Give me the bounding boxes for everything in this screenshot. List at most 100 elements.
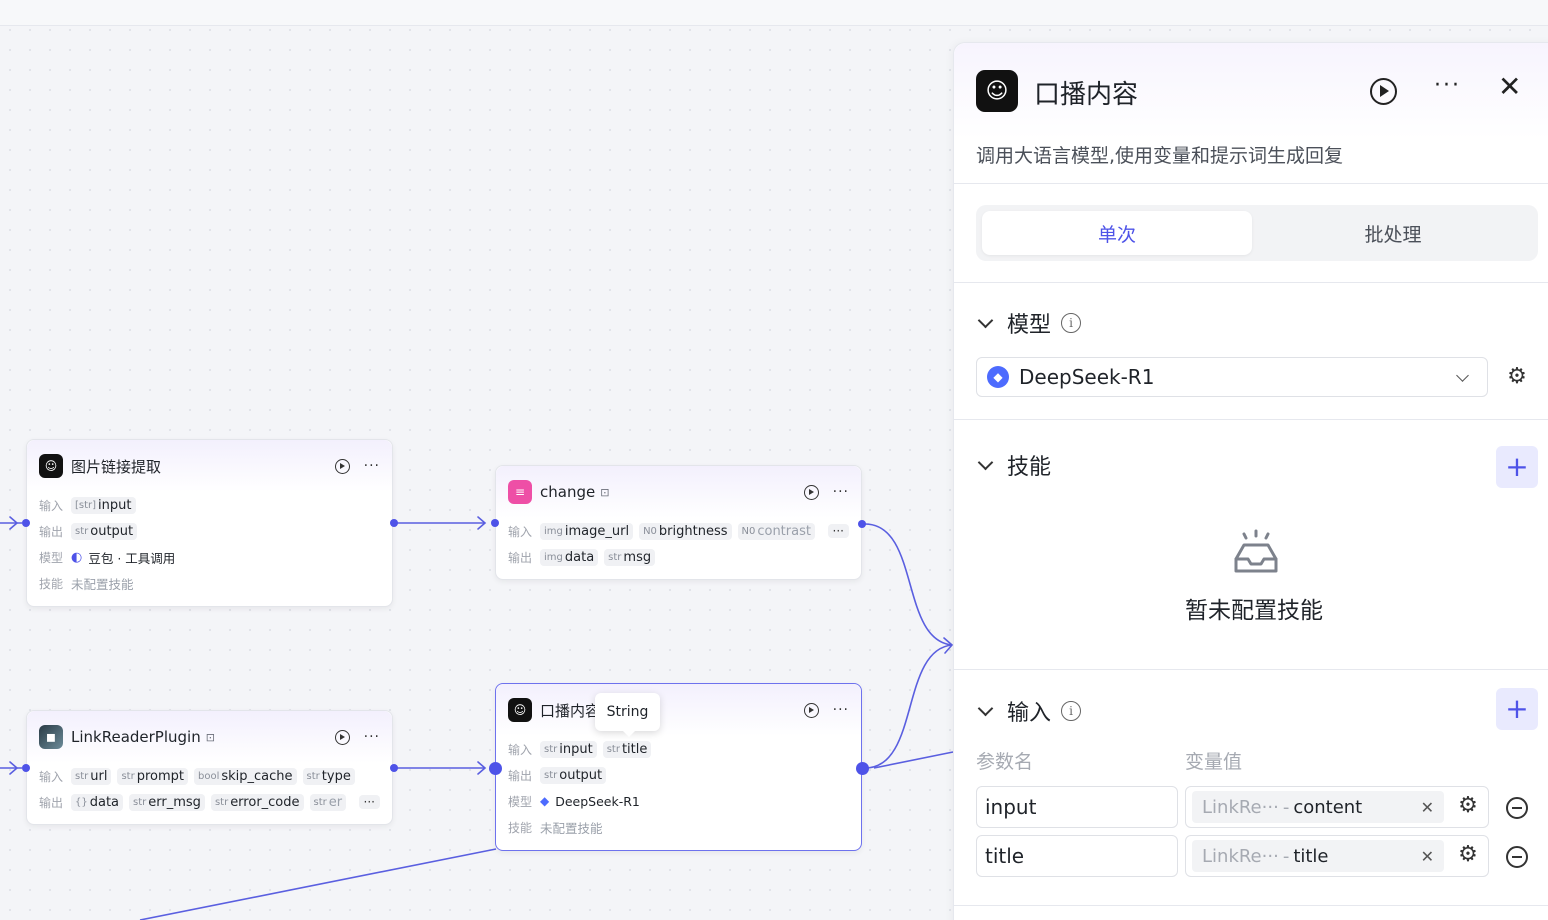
run-node-icon[interactable] <box>334 458 350 474</box>
model-row: 模型 ◆ DeepSeek-R1 <box>508 793 640 809</box>
node-header: ≡ change ⊡ ··· <box>496 466 861 518</box>
panel-description: 调用大语言模型,使用变量和提示词生成回复 <box>976 145 1344 167</box>
tab-single[interactable]: 单次 <box>982 211 1252 255</box>
var-settings-gear-icon[interactable]: ⚙ <box>1457 795 1479 817</box>
more-icon[interactable]: ··· <box>364 458 380 474</box>
model-select[interactable]: ◆ DeepSeek-R1 <box>976 357 1488 397</box>
type-tooltip: String <box>595 693 660 737</box>
info-icon[interactable]: i <box>1061 701 1082 721</box>
chevron-down-icon[interactable] <box>977 700 994 716</box>
node-broadcast-content[interactable]: ☺ 口播内容 ··· 输入 str input str title 输出 str ou… <box>495 683 862 851</box>
remove-row-icon[interactable] <box>1506 846 1528 868</box>
no-skill-text: 暂未配置技能 <box>1185 598 1323 624</box>
clear-icon[interactable]: ✕ <box>1421 798 1434 817</box>
node-title: LinkReaderPlugin <box>71 728 201 746</box>
more-outputs-tag[interactable]: ··· <box>358 795 380 809</box>
input-tag: str type <box>302 767 355 785</box>
node-title: 图片链接提取 <box>71 457 162 476</box>
node-settings-panel: ☺ 口播内容 ··· ✕ 调用大语言模型,使用变量和提示词生成回复 单次 批处理… <box>953 42 1548 920</box>
add-skill-button[interactable]: + <box>1496 446 1538 488</box>
node-title: change <box>540 483 596 501</box>
port-broadcast-out[interactable] <box>856 762 869 775</box>
edge-bottom <box>139 848 497 920</box>
run-node-icon[interactable] <box>334 729 350 745</box>
node-header: ☺ 图片链接提取 ··· <box>27 440 392 492</box>
var-settings-gear-icon[interactable]: ⚙ <box>1457 844 1479 866</box>
deepseek-logo-icon: ◆ <box>540 794 550 808</box>
chevron-down-icon[interactable] <box>977 454 994 470</box>
tab-batch[interactable]: 批处理 <box>1258 211 1528 255</box>
more-icon[interactable]: ··· <box>833 484 849 500</box>
param-name-input[interactable]: input <box>976 786 1178 828</box>
input-section-header[interactable]: 输入 i <box>976 695 1082 727</box>
divider <box>954 419 1548 420</box>
node-change[interactable]: ≡ change ⊡ ··· 输入 img image_url N0 brightn… <box>495 465 862 580</box>
input-tag: str input <box>540 740 597 758</box>
node-image-link-extract[interactable]: ☺ 图片链接提取 ··· 输入 [str] input 输出 str output … <box>26 439 393 607</box>
input-tag: N0 contrast <box>737 522 815 540</box>
output-tag: str msg <box>604 548 656 566</box>
input-row: 输入 str input str title <box>508 736 849 762</box>
more-icon[interactable]: ··· <box>1434 73 1461 98</box>
port-broadcast-in[interactable] <box>489 762 502 775</box>
doubao-logo-icon: ◐ <box>71 549 83 565</box>
more-icon[interactable]: ··· <box>364 729 380 745</box>
run-node-icon[interactable] <box>1370 78 1397 105</box>
panel-header: ☺ 口播内容 ··· ✕ <box>954 43 1548 139</box>
output-row: 输出 img data str msg <box>508 544 849 570</box>
var-value-field[interactable]: LinkRe··· - title ✕ <box>1185 835 1489 877</box>
edge-broadcast-to-panel <box>864 644 953 769</box>
input-tag: str title <box>602 740 652 758</box>
var-reference-chip: LinkRe··· - title ✕ <box>1192 840 1444 872</box>
node-title: 口播内容 <box>540 701 601 720</box>
input-tag: N0 brightness <box>639 522 732 540</box>
more-icon[interactable]: ··· <box>833 702 849 718</box>
more-inputs-tag[interactable]: ··· <box>827 524 849 538</box>
output-tag: str output <box>71 522 138 540</box>
port-reader-out[interactable] <box>390 764 398 772</box>
output-tag: str err_msg <box>129 793 205 811</box>
divider <box>954 905 1548 906</box>
link-reader-icon: ◼ <box>39 725 63 749</box>
plugin-badge-icon: ⊡ <box>600 485 610 499</box>
close-icon[interactable]: ✕ <box>1498 73 1521 101</box>
node-link-reader[interactable]: ◼ LinkReaderPlugin ⊡ ··· 输入 str url str pr… <box>26 710 393 825</box>
output-tag: str output <box>540 766 607 784</box>
port-image-in[interactable] <box>22 519 30 527</box>
var-reference-chip: LinkRe··· - content ✕ <box>1192 791 1444 823</box>
deepseek-logo-icon: ◆ <box>987 366 1009 388</box>
divider <box>954 183 1548 184</box>
chevron-down-icon[interactable] <box>977 312 994 328</box>
run-node-icon[interactable] <box>803 702 819 718</box>
port-reader-in[interactable] <box>22 764 30 772</box>
port-change-in[interactable] <box>491 519 499 527</box>
output-tag: {} data <box>71 793 124 811</box>
model-section-header[interactable]: 模型 i <box>976 307 1082 339</box>
add-input-button[interactable]: + <box>1496 688 1538 730</box>
llm-icon: ☺ <box>976 70 1018 112</box>
output-tag: str error_code <box>210 793 304 811</box>
input-tag: img image_url <box>540 522 634 540</box>
remove-row-icon[interactable] <box>1506 797 1528 819</box>
llm-icon: ☺ <box>39 454 63 478</box>
port-image-out[interactable] <box>390 519 398 527</box>
input-tag: str prompt <box>117 767 188 785</box>
output-tag: str er <box>309 793 347 811</box>
clear-icon[interactable]: ✕ <box>1421 847 1434 866</box>
param-name-input[interactable]: title <box>976 835 1178 877</box>
skill-row: 技能 未配置技能 <box>39 576 134 592</box>
divider <box>954 282 1548 283</box>
run-node-icon[interactable] <box>803 484 819 500</box>
divider <box>954 669 1548 670</box>
skill-section-header[interactable]: 技能 <box>976 449 1051 481</box>
plugin-badge-icon: ⊡ <box>205 730 215 744</box>
port-change-out[interactable] <box>858 520 866 528</box>
output-row: 输出 {} data str err_msg str error_code str er… <box>39 789 380 815</box>
node-header: ☺ 口播内容 ··· <box>496 684 861 736</box>
var-value-field[interactable]: LinkRe··· - content ✕ <box>1185 786 1489 828</box>
chevron-down-icon <box>1456 368 1469 382</box>
model-settings-gear-icon[interactable]: ⚙ <box>1506 366 1528 388</box>
input-row: 输入 [str] input <box>39 492 380 518</box>
info-icon[interactable]: i <box>1061 313 1082 333</box>
model-row: 模型 ◐ 豆包 · 工具调用 <box>39 549 176 566</box>
